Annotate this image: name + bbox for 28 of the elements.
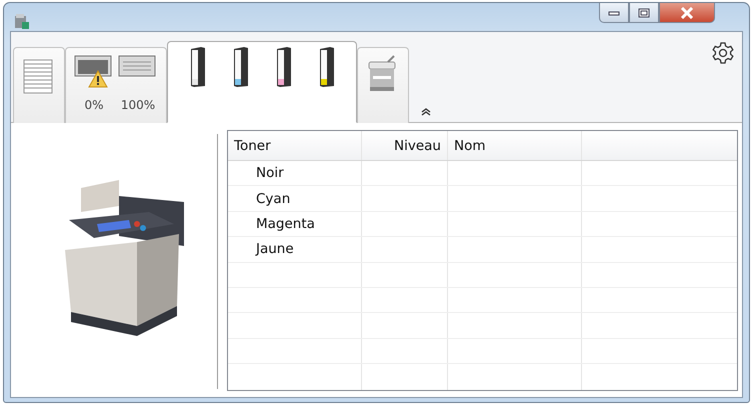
close-icon: [680, 6, 694, 18]
maximize-icon: [638, 8, 650, 18]
toner-name-cell: Magenta: [228, 212, 362, 236]
device-tab[interactable]: [357, 47, 409, 123]
settings-icon[interactable]: [712, 42, 734, 64]
toner-cartridge-icon: [276, 46, 292, 88]
toner-cartridge-icon: [318, 46, 334, 88]
paper-tab[interactable]: [13, 47, 65, 123]
toner-cartridge-icon: [190, 46, 206, 88]
minimize-button[interactable]: [599, 3, 629, 23]
tray-level-text: 0%: [84, 98, 104, 112]
column-header[interactable]: Toner: [228, 131, 362, 160]
tray-level-text: 100%: [120, 98, 156, 112]
toner-cartridge-icon: [232, 46, 248, 88]
trays-tab[interactable]: 0% 100%: [65, 47, 167, 123]
column-header[interactable]: Niveau: [362, 131, 448, 160]
toners-tab[interactable]: [167, 41, 357, 123]
printer-icon: [13, 13, 31, 31]
close-button[interactable]: [659, 3, 715, 23]
toner-name-cell: Cyan: [228, 186, 362, 211]
maximize-button[interactable]: [629, 3, 659, 23]
paper-tray-icon: [118, 54, 158, 78]
paper-tray-icon: [74, 54, 114, 78]
toner-name-cell: Noir: [228, 161, 362, 186]
column-header[interactable]: Nom: [448, 131, 582, 160]
toner-name-cell: Jaune: [228, 237, 362, 262]
collapse-icon[interactable]: [421, 108, 431, 116]
minimize-icon: [608, 10, 620, 16]
